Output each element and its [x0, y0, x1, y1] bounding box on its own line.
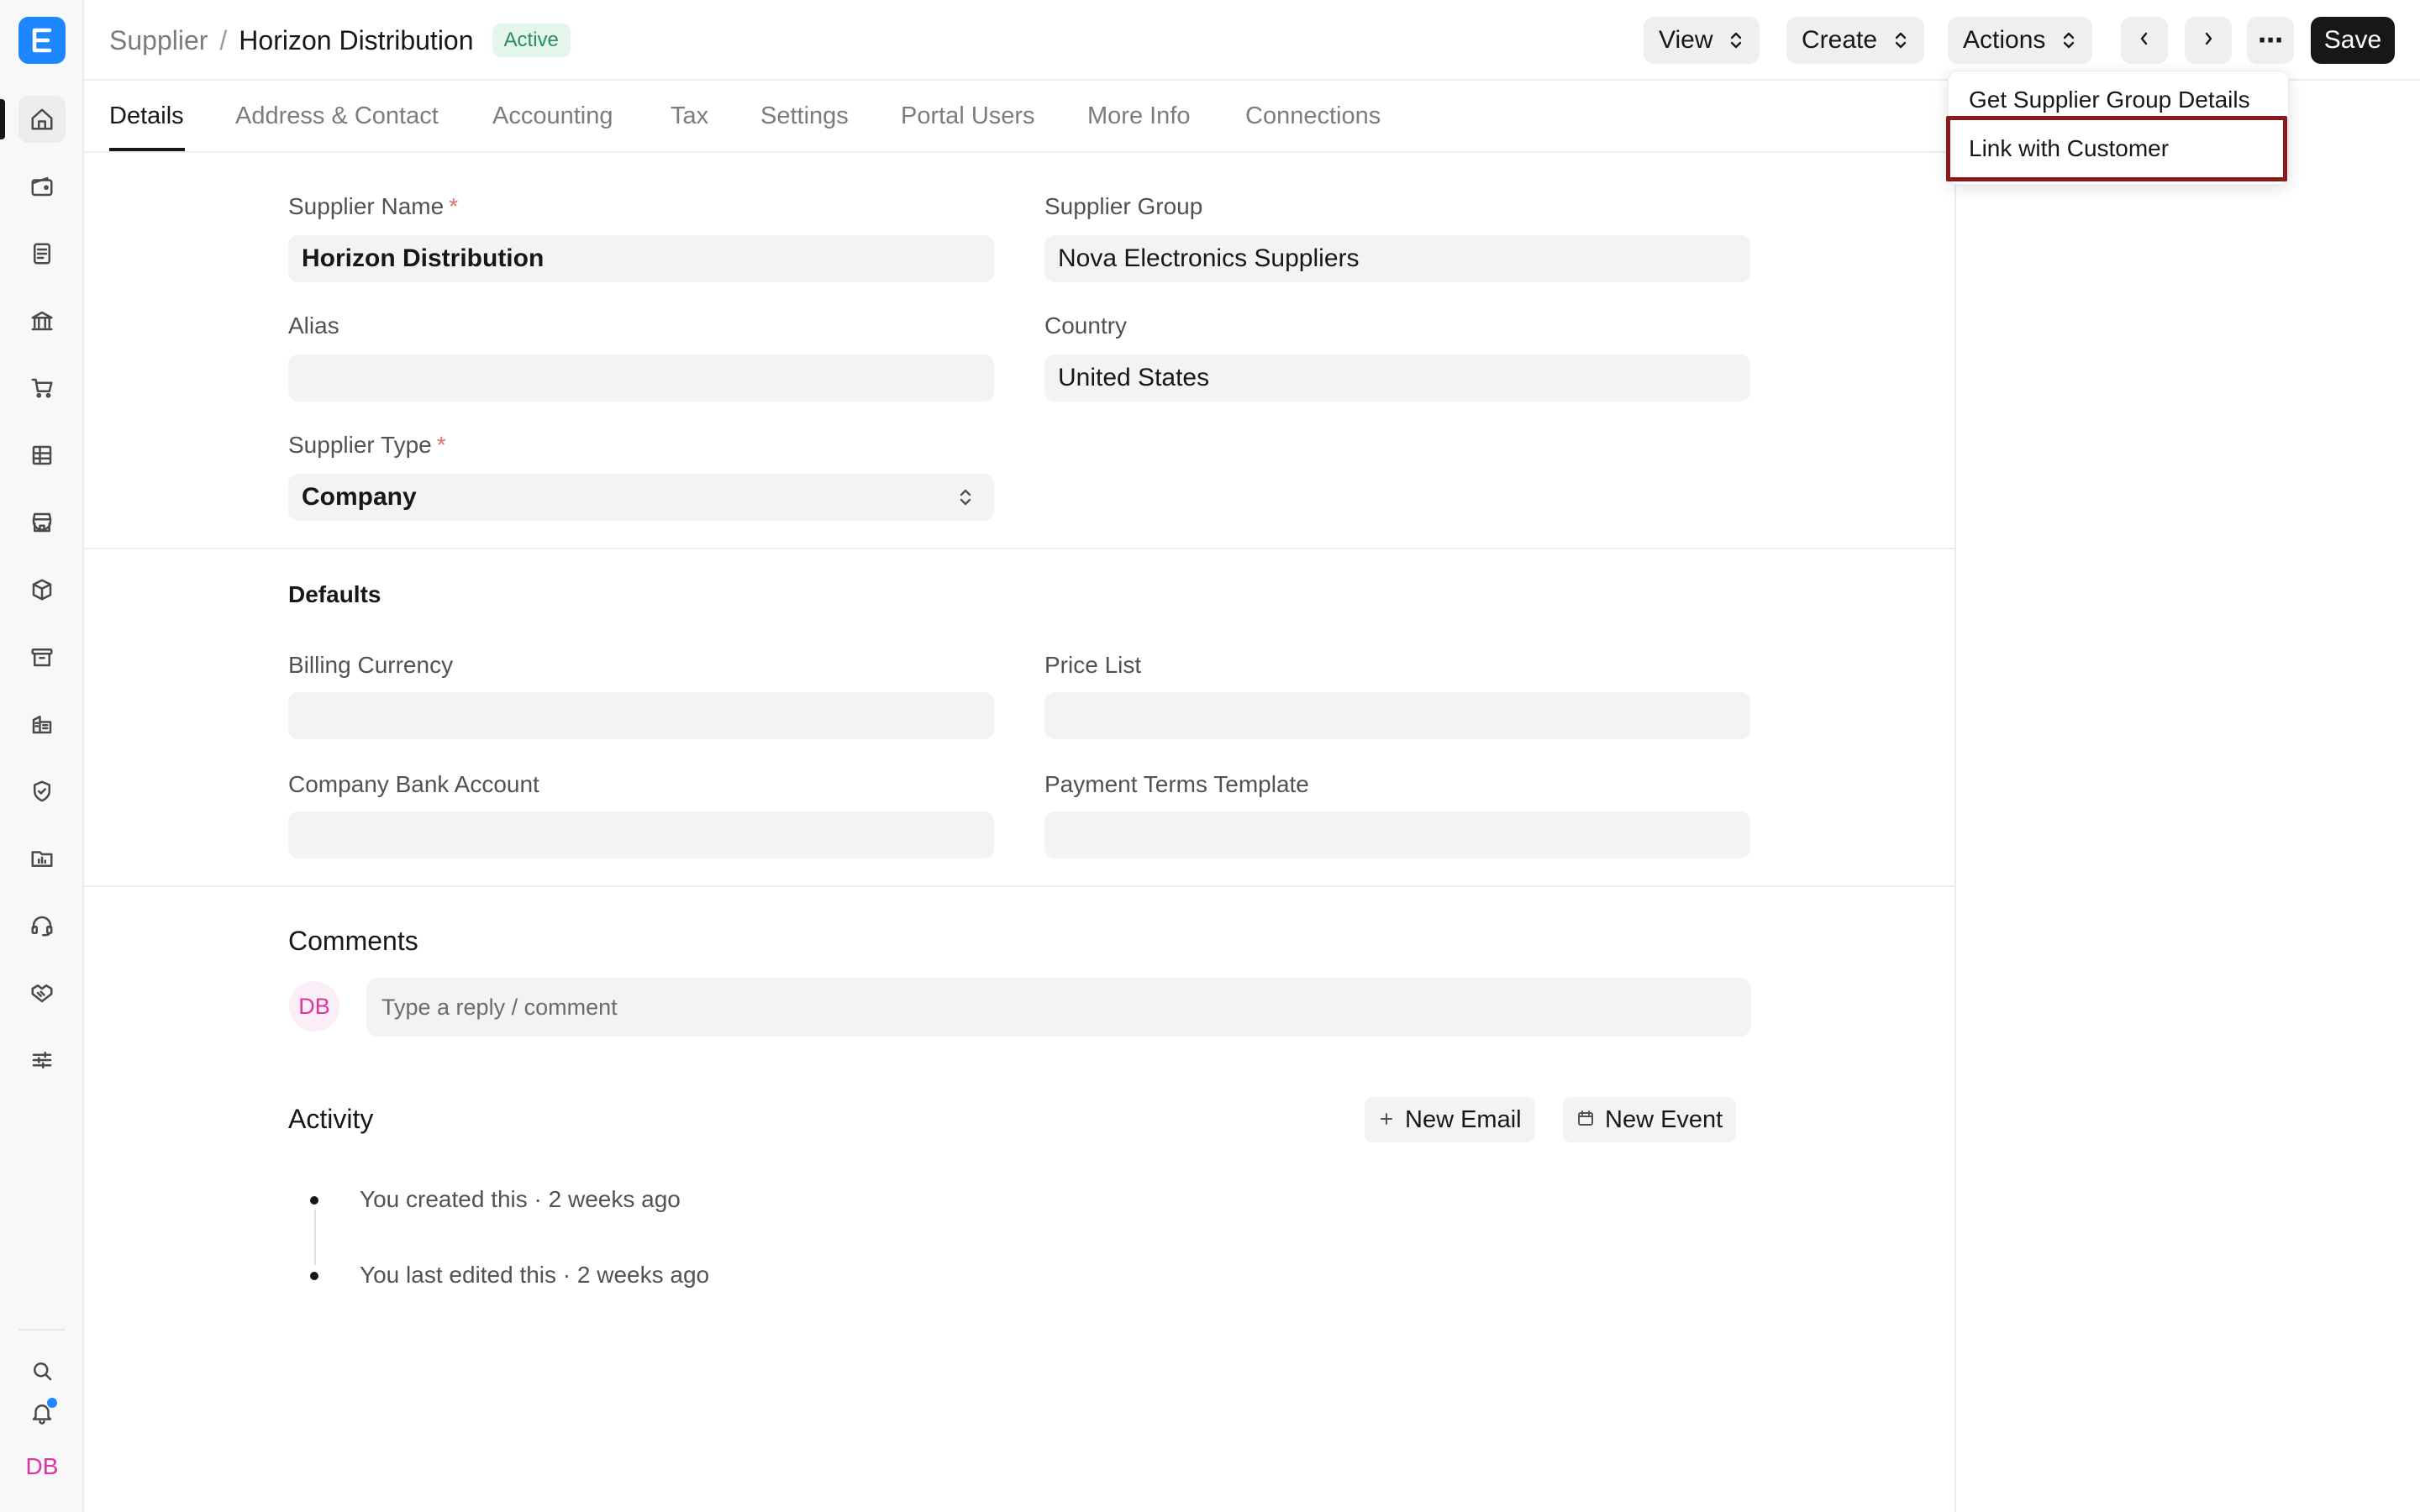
chevron-updown-icon — [1892, 29, 1909, 51]
supplier-type-value: Company — [302, 483, 417, 511]
highlight-box — [1946, 116, 2287, 181]
timeline-dot — [310, 1196, 318, 1205]
page-header: Supplier / Horizon Distribution Active V… — [84, 0, 2420, 81]
new-email-label: New Email — [1405, 1105, 1522, 1133]
plus-icon — [1378, 1106, 1405, 1134]
page-title: Horizon Distribution — [239, 24, 474, 55]
save-button[interactable]: Save — [2311, 17, 2395, 64]
tab-accounting[interactable]: Accounting — [492, 102, 613, 130]
menu-item-get-supplier-group-details[interactable]: Get Supplier Group Details — [1969, 87, 2250, 113]
tab-tax[interactable]: Tax — [671, 102, 708, 130]
tab-connections[interactable]: Connections — [1245, 102, 1381, 130]
tab-more-info[interactable]: More Info — [1087, 102, 1191, 130]
billing-currency-field[interactable] — [288, 692, 994, 739]
table-icon[interactable] — [18, 432, 66, 479]
supplier-type-label: Supplier Type * — [288, 432, 446, 458]
chevron-updown-icon — [2060, 29, 2077, 51]
previous-record-button[interactable] — [2121, 17, 2168, 64]
comments-title: Comments — [288, 926, 418, 956]
sliders-icon[interactable] — [18, 1037, 66, 1084]
supplier-name-field[interactable]: Horizon Distribution — [288, 235, 994, 282]
activity-title: Activity — [288, 1104, 374, 1134]
user-avatar[interactable]: DB — [18, 1443, 66, 1490]
supplier-group-field[interactable]: Nova Electronics Suppliers — [1044, 235, 1750, 282]
view-button-label: View — [1659, 26, 1713, 54]
activity-item: You created this · 2 weeks ago — [360, 1186, 681, 1212]
billing-currency-label: Billing Currency — [288, 652, 454, 678]
create-button[interactable]: Create — [1786, 17, 1925, 64]
active-tab-underline — [109, 148, 185, 151]
view-button[interactable]: View — [1644, 17, 1760, 64]
calendar-icon — [1576, 1106, 1605, 1134]
comment-input[interactable] — [366, 978, 1751, 1037]
bell-icon[interactable] — [18, 1389, 66, 1436]
archive-icon[interactable] — [18, 633, 66, 680]
country-field[interactable]: United States — [1044, 354, 1750, 402]
bank-icon[interactable] — [18, 297, 66, 344]
tab-bar: Details Address & Contact Accounting Tax… — [84, 82, 1954, 153]
company-bank-account-label: Company Bank Account — [288, 771, 539, 797]
app-logo[interactable] — [18, 17, 66, 64]
more-options-button[interactable]: ⋯ — [2247, 17, 2294, 64]
alias-field[interactable] — [288, 354, 994, 402]
box-icon[interactable] — [18, 566, 66, 613]
tab-portal-users[interactable]: Portal Users — [901, 102, 1035, 130]
headset-icon[interactable] — [18, 902, 66, 949]
breadcrumb-parent[interactable]: Supplier — [109, 25, 208, 56]
chevron-updown-icon — [957, 486, 974, 516]
supplier-type-select[interactable]: Company — [288, 474, 994, 521]
notification-dot — [47, 1398, 57, 1408]
tab-address-contact[interactable]: Address & Contact — [235, 102, 439, 130]
new-event-label: New Event — [1605, 1105, 1723, 1133]
next-record-button[interactable] — [2185, 17, 2232, 64]
price-list-field[interactable] — [1044, 692, 1750, 739]
tab-details[interactable]: Details — [109, 102, 184, 130]
search-icon[interactable] — [18, 1347, 66, 1394]
activity-item: You last edited this · 2 weeks ago — [360, 1262, 710, 1288]
sidebar-panel-divider — [1954, 81, 1956, 1512]
status-badge: Active — [492, 24, 571, 57]
home-icon[interactable] — [18, 96, 66, 143]
chevron-right-icon — [2200, 26, 2217, 55]
handshake-icon[interactable] — [18, 969, 66, 1016]
ellipsis-icon: ⋯ — [2258, 26, 2283, 55]
folder-chart-icon[interactable] — [18, 835, 66, 882]
sidebar-active-indicator — [0, 99, 5, 139]
chevron-left-icon — [2136, 26, 2153, 55]
timeline-line — [314, 1210, 316, 1265]
wallet-icon[interactable] — [18, 163, 66, 210]
price-list-label: Price List — [1044, 652, 1142, 678]
country-label: Country — [1044, 312, 1128, 339]
sidebar: DB — [0, 0, 84, 1512]
new-event-button[interactable]: New Event — [1563, 1097, 1737, 1142]
new-email-button[interactable]: New Email — [1365, 1097, 1535, 1142]
shield-icon[interactable] — [18, 768, 66, 815]
building-icon[interactable] — [18, 701, 66, 748]
breadcrumb-separator: / — [219, 24, 228, 55]
save-button-label: Save — [2323, 26, 2382, 54]
chevron-updown-icon — [1728, 29, 1744, 51]
supplier-group-label: Supplier Group — [1044, 193, 1203, 219]
payment-terms-template-label: Payment Terms Template — [1044, 771, 1309, 797]
payment-terms-template-field[interactable] — [1044, 811, 1750, 858]
cart-icon[interactable] — [18, 365, 66, 412]
comment-avatar: DB — [289, 981, 339, 1032]
create-button-label: Create — [1802, 26, 1878, 54]
company-bank-account-field[interactable] — [288, 811, 994, 858]
alias-label: Alias — [288, 312, 339, 339]
actions-button-label: Actions — [1963, 26, 2046, 54]
section-divider — [84, 885, 1954, 887]
timeline-dot — [310, 1272, 318, 1280]
store-icon[interactable] — [18, 499, 66, 546]
actions-button[interactable]: Actions — [1948, 17, 2093, 64]
section-divider — [84, 548, 1954, 549]
document-icon[interactable] — [18, 230, 66, 277]
tab-settings[interactable]: Settings — [760, 102, 849, 130]
supplier-name-label: Supplier Name * — [288, 193, 459, 219]
breadcrumb: Supplier / Horizon Distribution Active — [109, 24, 571, 57]
sidebar-divider — [18, 1329, 66, 1331]
defaults-section-title: Defaults — [288, 581, 381, 607]
